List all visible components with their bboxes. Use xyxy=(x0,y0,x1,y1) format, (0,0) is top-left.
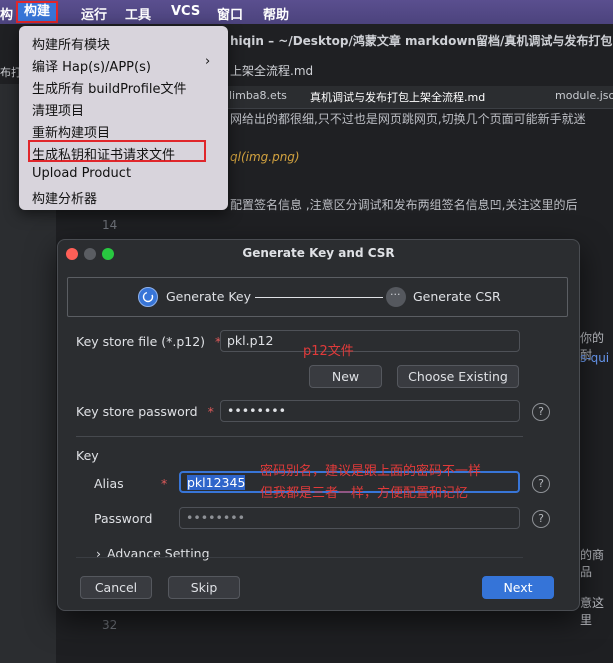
alias-value: pkl12345 xyxy=(187,475,246,490)
required-mark: * xyxy=(161,476,168,491)
help-icon[interactable]: ? xyxy=(532,510,550,528)
key-password-value: •••••••• xyxy=(186,510,245,525)
menu-vcs[interactable]: VCS xyxy=(171,4,200,19)
menu-bar: 构 构建 运行 工具 VCS 窗口 帮助 xyxy=(0,0,613,24)
cancel-button[interactable]: Cancel xyxy=(80,576,152,599)
code-line: 的商品 xyxy=(580,548,605,579)
build-menu: 构建所有模块 编译 Hap(s)/APP(s) › 生成所有 buildProf… xyxy=(19,26,228,210)
tab-limba8[interactable]: limba8.ets xyxy=(229,89,287,102)
menu-item-generate-key-csr[interactable]: 生成私钥和证书请求文件 xyxy=(32,144,175,163)
annotation-alias-2: 但我都是三者一样，方便配置和记忆 xyxy=(260,486,469,501)
code-line: s-qui xyxy=(580,351,610,365)
menu-help[interactable]: 帮助 xyxy=(263,4,289,23)
alias-label: Alias xyxy=(94,476,124,491)
keystore-password-label-text: Key store password xyxy=(76,404,198,419)
code-line: ql(img.png) xyxy=(230,150,300,164)
divider xyxy=(76,557,523,558)
menu-build-clipped[interactable]: 构 xyxy=(0,4,13,23)
choose-existing-button[interactable]: Choose Existing xyxy=(397,365,519,388)
keystore-file-value: pkl.p12 xyxy=(227,333,274,348)
menu-run[interactable]: 运行 xyxy=(81,4,107,23)
step1-label: Generate Key xyxy=(166,289,252,304)
chevron-right-icon: › xyxy=(205,54,211,69)
editor-tab-strip: limba8.ets 真机调试与发布打包上架全流程.md module.json xyxy=(210,86,613,109)
new-button[interactable]: New xyxy=(309,365,382,388)
menu-item-build-all[interactable]: 构建所有模块 xyxy=(32,34,110,53)
key-section-label: Key xyxy=(76,448,99,463)
tab-markdown[interactable]: 真机调试与发布打包上架全流程.md xyxy=(310,89,485,105)
advance-setting-toggle[interactable]: › Advance Setting xyxy=(96,546,210,561)
keystore-password-input[interactable]: •••••••• xyxy=(220,400,520,422)
annotation-alias-1: 密码别名，建议是跟上面的密码不一样 xyxy=(260,464,482,479)
required-mark: * xyxy=(207,404,214,419)
help-icon[interactable]: ? xyxy=(532,403,550,421)
skip-button[interactable]: Skip xyxy=(168,576,240,599)
step1-icon xyxy=(138,287,158,307)
keystore-password-value: •••••••• xyxy=(227,403,286,418)
keystore-password-label: Key store password * xyxy=(76,404,214,419)
code-line: 网给出的都很细,只不过也是网页跳网页,切换几个页面可能新手就迷 xyxy=(230,112,586,126)
menu-item-upload-product[interactable]: Upload Product xyxy=(32,166,131,181)
menu-build[interactable]: 构建 xyxy=(16,1,59,23)
code-line: 意这里 xyxy=(580,596,605,627)
key-password-label: Password xyxy=(94,511,153,526)
divider xyxy=(76,436,523,437)
step-indicator: Generate Key ··· Generate CSR xyxy=(67,277,568,317)
keystore-label-text: Key store file (*.p12) xyxy=(76,334,206,349)
line-number: 32 xyxy=(102,618,118,632)
window-title: hiqin – ~/Desktop/鸿蒙文章 markdown留档/真机调试与发… xyxy=(230,34,613,48)
menu-item-build-analyzer[interactable]: 构建分析器 xyxy=(32,188,97,207)
step2-icon: ··· xyxy=(386,287,406,307)
annotation-p12: p12文件 xyxy=(303,344,354,359)
menu-item-compile-hap[interactable]: 编译 Hap(s)/APP(s) xyxy=(32,56,151,75)
breadcrumb[interactable]: 上架全流程.md xyxy=(230,62,313,79)
tab-module-json[interactable]: module.json xyxy=(555,89,613,102)
dialog-title: Generate Key and CSR xyxy=(242,246,395,260)
menu-item-generate-buildprofile[interactable]: 生成所有 buildProfile文件 xyxy=(32,78,187,97)
menu-item-rebuild[interactable]: 重新构建项目 xyxy=(32,122,110,141)
advance-setting-label: Advance Setting xyxy=(107,546,210,561)
menu-item-clean[interactable]: 清理项目 xyxy=(32,100,84,119)
generate-key-dialog: Generate Key and CSR Generate Key ··· Ge… xyxy=(57,239,580,611)
help-icon[interactable]: ? xyxy=(532,475,550,493)
keystore-file-input[interactable]: pkl.p12 xyxy=(220,330,520,352)
chevron-right-icon: › xyxy=(96,546,101,561)
step2-label: Generate CSR xyxy=(413,289,501,304)
menu-window[interactable]: 窗口 xyxy=(217,4,243,23)
menu-tools[interactable]: 工具 xyxy=(125,4,151,23)
step-connector xyxy=(255,297,383,298)
code-line: 配置签名信息 ,注意区分调试和发布两组签名信息凹,关注这里的后 xyxy=(230,198,578,212)
line-number: 14 xyxy=(102,218,118,232)
keystore-label: Key store file (*.p12) * xyxy=(76,334,221,349)
next-button[interactable]: Next xyxy=(482,576,554,599)
key-password-input[interactable]: •••••••• xyxy=(179,507,520,529)
